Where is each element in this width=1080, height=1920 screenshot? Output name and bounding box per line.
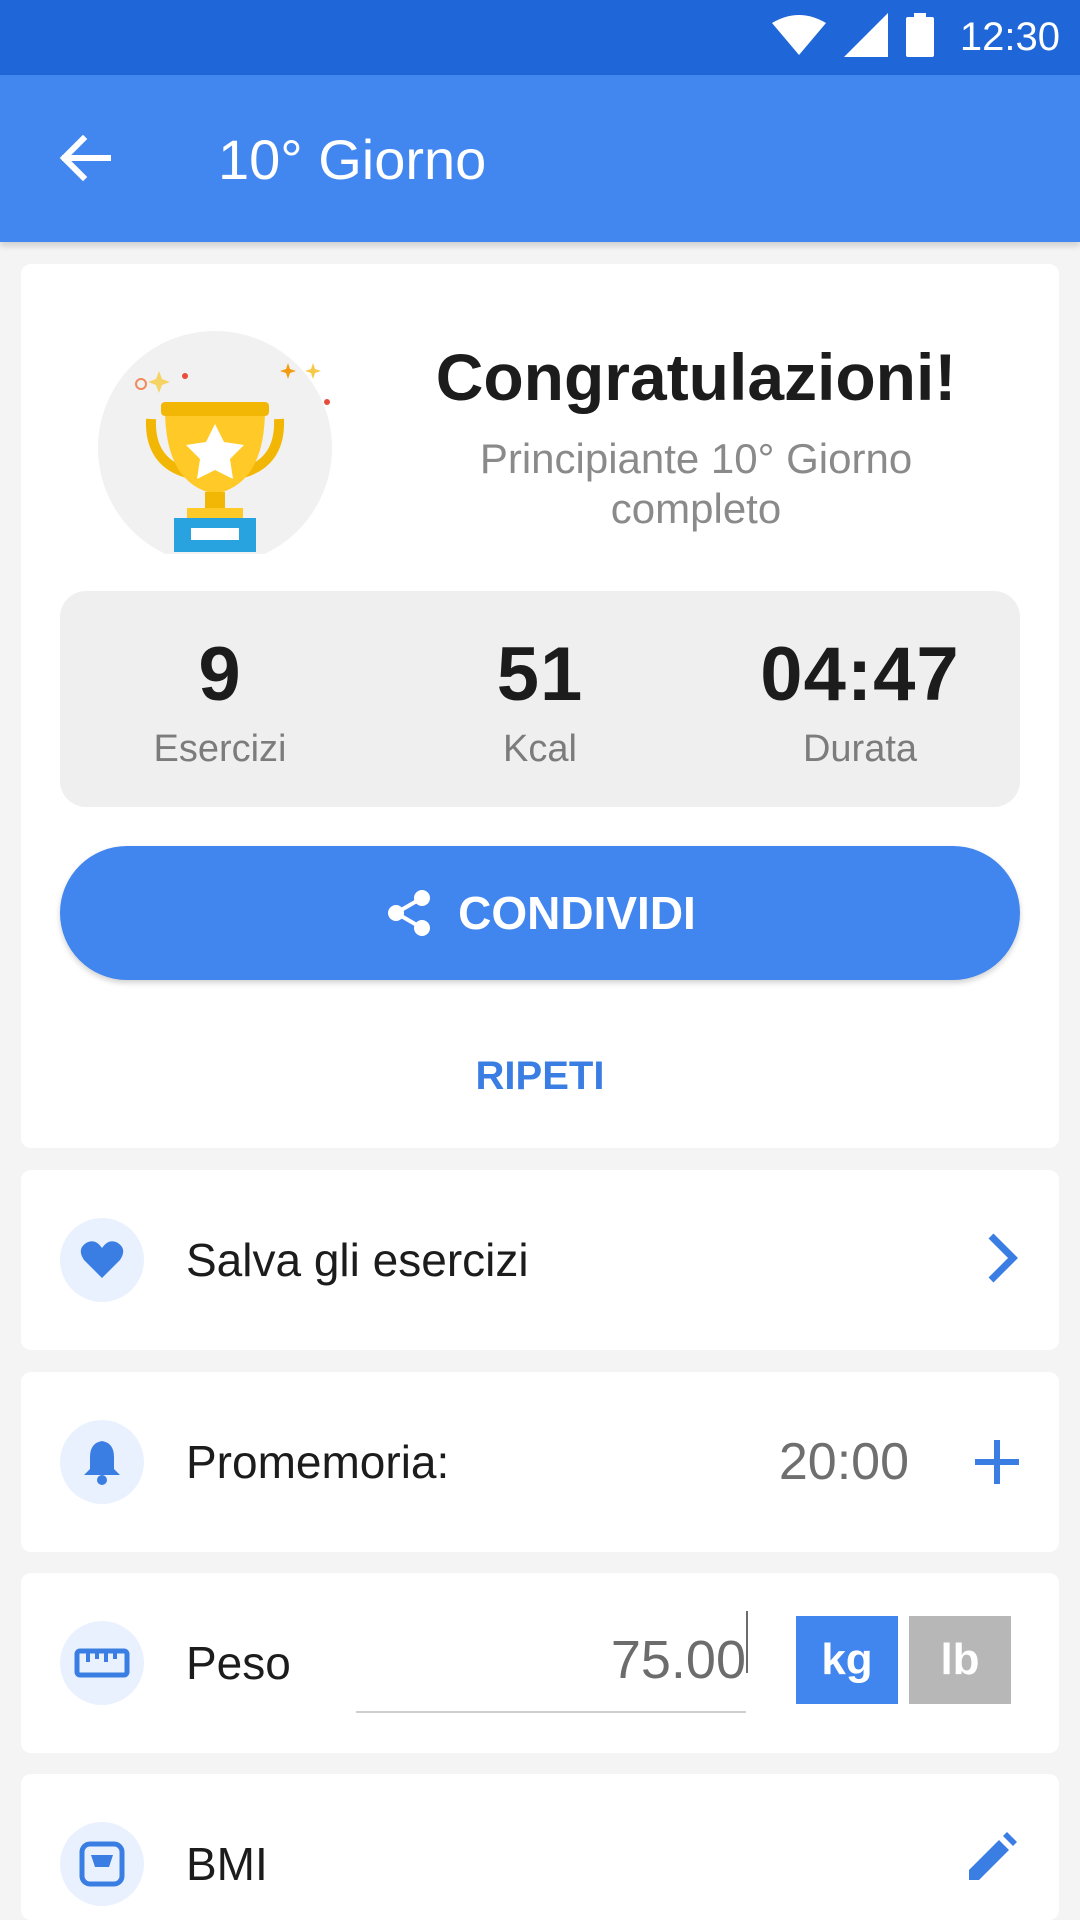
stat-exercises: 9 Esercizi	[60, 591, 380, 807]
text-cursor	[746, 1611, 748, 1673]
share-button[interactable]: CONDIVIDI	[60, 846, 1020, 980]
save-workout-label: Salva gli esercizi	[186, 1234, 529, 1286]
reminder-row: Promemoria: 20:00	[21, 1372, 1059, 1552]
add-reminder-icon[interactable]	[973, 1438, 1021, 1491]
stat-duration: 04:47 Durata	[700, 591, 1020, 807]
share-icon	[388, 890, 431, 936]
stat-label: Esercizi	[153, 728, 287, 770]
stats-panel: 9 Esercizi 51 Kcal 04:47 Durata	[60, 591, 1020, 807]
bmi-label: BMI	[186, 1838, 268, 1890]
ruler-icon	[60, 1621, 144, 1705]
wifi-icon	[771, 15, 826, 60]
status-bar: 12:30	[0, 0, 1080, 75]
scale-icon	[60, 1822, 144, 1906]
heart-icon	[60, 1218, 144, 1302]
unit-kg-toggle[interactable]: kg	[796, 1616, 898, 1704]
trophy-icon	[91, 314, 351, 565]
arrow-back-icon	[59, 135, 111, 181]
bell-icon	[60, 1420, 144, 1504]
stat-value: 9	[198, 632, 242, 717]
reminder-time[interactable]: 20:00	[779, 1432, 909, 1492]
app-bar: 10° Giorno	[0, 75, 1080, 242]
battery-icon	[905, 13, 934, 62]
edit-pencil-icon[interactable]	[963, 1830, 1019, 1891]
repeat-button[interactable]: RIPETI	[21, 1054, 1059, 1099]
back-button[interactable]	[50, 123, 120, 193]
stat-kcal: 51 Kcal	[380, 591, 700, 807]
weight-input[interactable]: 75.00	[356, 1615, 746, 1713]
weight-row: Peso 75.00 kg lb	[21, 1573, 1059, 1753]
page-title: 10° Giorno	[218, 128, 487, 191]
reminder-label: Promemoria:	[186, 1436, 450, 1488]
result-card: Congratulazioni! Principiante 10° Giorno…	[21, 264, 1059, 1148]
save-workout-row[interactable]: Salva gli esercizi	[21, 1170, 1059, 1350]
chevron-right-icon	[985, 1230, 1021, 1291]
share-button-label: CONDIVIDI	[458, 887, 696, 939]
stat-value: 04:47	[760, 632, 960, 717]
stat-label: Kcal	[503, 728, 577, 770]
stat-value: 51	[496, 632, 584, 717]
bmi-row: BMI	[21, 1774, 1059, 1920]
weight-label: Peso	[186, 1637, 291, 1689]
congratulations-heading: Congratulazioni!	[435, 340, 957, 414]
cellular-signal-icon	[843, 13, 888, 62]
status-time: 12:30	[959, 15, 1060, 59]
completion-subtitle: Principiante 10° Giorno completo	[479, 435, 913, 532]
stat-label: Durata	[802, 728, 918, 770]
unit-lb-toggle[interactable]: lb	[909, 1616, 1011, 1704]
